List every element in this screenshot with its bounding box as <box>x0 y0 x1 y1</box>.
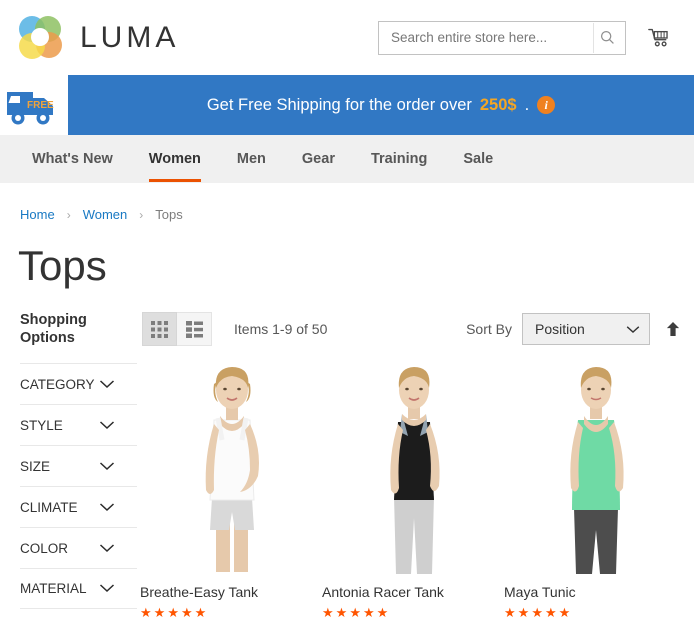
star-icon: ★ <box>322 605 334 620</box>
nav-item-training[interactable]: Training <box>353 135 445 182</box>
filter-label: SIZE <box>20 458 51 474</box>
star-icon: ★ <box>544 605 557 620</box>
filter-label: MATERIAL <box>20 581 87 597</box>
view-mode-switcher <box>142 312 212 346</box>
star-icon: ★ <box>194 605 207 620</box>
product-grid: Breathe-Easy Tank ★ ★ ★ ★ ★ Antonia Race… <box>137 358 686 619</box>
nav-item-whats-new[interactable]: What's New <box>14 135 131 182</box>
star-icon: ★ <box>362 605 375 620</box>
product-list-content: Items 1-9 of 50 Sort By Position Breathe… <box>137 312 694 619</box>
star-icon: ★ <box>558 605 571 620</box>
chevron-down-icon <box>99 581 115 596</box>
banner-amount: 250$ <box>479 95 517 114</box>
chevron-down-icon <box>626 321 640 337</box>
sidebar-filter-color[interactable]: COLOR <box>20 527 137 568</box>
page-title: Tops <box>18 242 107 289</box>
header-actions <box>378 20 684 55</box>
grid-view-icon[interactable] <box>142 312 177 346</box>
sidebar-filter-climate[interactable]: CLIMATE <box>20 486 137 527</box>
product-name[interactable]: Antonia Racer Tank <box>322 584 504 600</box>
breadcrumb-separator: › <box>66 207 71 222</box>
shopping-options-sidebar: Shopping Options CATEGORY STYLE SIZE CLI… <box>0 312 137 619</box>
shipping-banner: FREE Get Free Shipping for the order ove… <box>0 75 694 135</box>
star-icon: ★ <box>180 605 193 620</box>
star-icon: ★ <box>140 605 152 620</box>
breadcrumb-item-tops: Tops <box>155 207 183 222</box>
banner-text-after: . <box>524 95 530 114</box>
banner-text-before: Get Free Shipping for the order over <box>206 95 472 114</box>
product-rating: ★ ★ ★ ★ ★ <box>504 606 686 619</box>
chevron-down-icon <box>99 500 115 515</box>
chevron-down-icon <box>99 418 115 433</box>
breadcrumb-item-home[interactable]: Home <box>20 207 55 222</box>
product-card: Maya Tunic ★ ★ ★ ★ ★ <box>504 358 686 619</box>
main-navigation: What's New Women Men Gear Training Sale <box>0 135 694 183</box>
filter-label: CLIMATE <box>20 499 78 515</box>
nav-item-men[interactable]: Men <box>219 135 284 182</box>
sidebar-filter-material[interactable]: MATERIAL <box>20 568 137 610</box>
product-rating: ★ ★ ★ ★ ★ <box>140 606 322 619</box>
chevron-down-icon <box>99 459 115 474</box>
product-image[interactable] <box>140 358 322 576</box>
search-icon[interactable] <box>593 22 621 53</box>
product-toolbar: Items 1-9 of 50 Sort By Position <box>137 312 686 346</box>
star-icon: ★ <box>517 605 530 620</box>
sidebar-filter-style[interactable]: STYLE <box>20 404 137 445</box>
star-icon: ★ <box>376 605 389 620</box>
product-card: Breathe-Easy Tank ★ ★ ★ ★ ★ <box>140 358 322 619</box>
free-shipping-truck-icon: FREE <box>0 75 68 135</box>
product-image[interactable] <box>504 358 686 576</box>
breadcrumb: Home › Women › Tops <box>0 183 694 222</box>
chevron-down-icon <box>99 377 115 392</box>
star-icon: ★ <box>167 605 179 620</box>
product-card: Antonia Racer Tank ★ ★ ★ ★ ★ <box>322 358 504 619</box>
logo[interactable]: LUMA <box>14 12 179 64</box>
product-name[interactable]: Maya Tunic <box>504 584 686 600</box>
site-header: LUMA <box>0 0 694 75</box>
sort-direction-arrow-up-icon[interactable] <box>660 314 686 344</box>
filter-label: COLOR <box>20 540 69 556</box>
sort-by-select[interactable]: Position <box>522 313 650 345</box>
sort-controls: Sort By Position <box>466 313 686 345</box>
product-rating: ★ ★ ★ ★ ★ <box>322 606 504 619</box>
nav-item-sale[interactable]: Sale <box>445 135 511 182</box>
chevron-down-icon <box>99 541 115 556</box>
search-input[interactable] <box>389 29 593 46</box>
product-name[interactable]: Breathe-Easy Tank <box>140 584 322 600</box>
sort-by-label: Sort By <box>466 321 512 337</box>
star-icon: ★ <box>504 605 516 620</box>
star-icon: ★ <box>153 605 166 620</box>
filter-label: STYLE <box>20 417 63 433</box>
star-icon: ★ <box>349 605 361 620</box>
sort-by-value: Position <box>535 321 585 337</box>
sidebar-filter-size[interactable]: SIZE <box>20 445 137 486</box>
search-box[interactable] <box>378 20 626 55</box>
nav-item-women[interactable]: Women <box>131 135 219 182</box>
free-label: FREE <box>27 100 54 111</box>
shopping-cart-icon[interactable] <box>642 21 676 55</box>
breadcrumb-separator: › <box>139 207 144 222</box>
filter-label: CATEGORY <box>20 376 95 392</box>
star-icon: ★ <box>531 605 543 620</box>
list-view-icon[interactable] <box>177 312 212 346</box>
product-image[interactable] <box>322 358 504 576</box>
star-icon: ★ <box>335 605 348 620</box>
nav-item-gear[interactable]: Gear <box>284 135 353 182</box>
main-content: Shopping Options CATEGORY STYLE SIZE CLI… <box>0 290 694 619</box>
info-icon[interactable]: i <box>537 96 556 114</box>
breadcrumb-item-women[interactable]: Women <box>83 207 128 222</box>
sidebar-filter-category[interactable]: CATEGORY <box>20 363 137 404</box>
sidebar-title: Shopping Options <box>20 312 87 346</box>
luma-logo-icon <box>14 12 66 64</box>
shipping-banner-message[interactable]: Get Free Shipping for the order over 250… <box>68 75 694 135</box>
items-count: Items 1-9 of 50 <box>234 321 328 337</box>
brand-name: LUMA <box>80 20 180 54</box>
